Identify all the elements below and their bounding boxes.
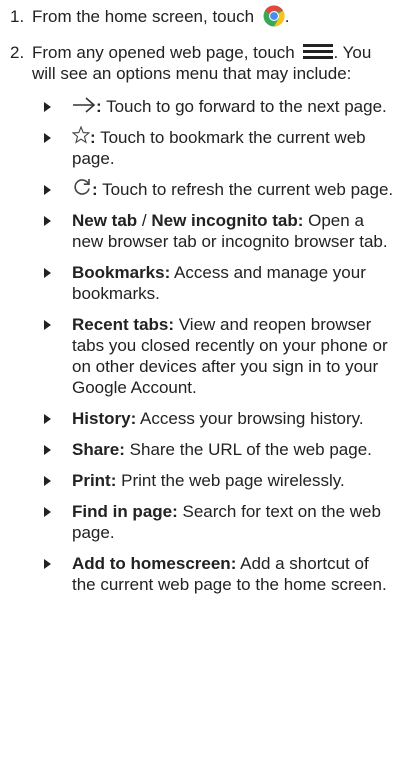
option-label: Add to homescreen: xyxy=(72,554,237,574)
bullet-icon xyxy=(44,476,51,487)
bullet-icon xyxy=(44,216,51,227)
list-item: : Touch to refresh the current web page. xyxy=(0,179,411,201)
option-label: Recent tabs: xyxy=(72,315,175,335)
list-item: New tab / New incognito tab: Open a new … xyxy=(0,210,411,252)
option-desc: Touch to bookmark the current web page. xyxy=(72,127,366,168)
step-text-end: . xyxy=(284,7,290,26)
bullet-icon xyxy=(44,268,51,279)
list-item: Find in page: Search for text on the web… xyxy=(0,501,411,543)
list-item: Print: Print the web page wirelessly. xyxy=(0,470,411,491)
star-icon xyxy=(71,125,91,144)
bullet-icon xyxy=(44,184,51,195)
option-desc: Share the URL of the web page. xyxy=(124,440,372,460)
options-list: : Touch to go forward to the next page. … xyxy=(0,96,411,596)
option-label: New incognito tab: xyxy=(151,211,304,231)
step-number: 1. xyxy=(10,7,25,26)
instructions-document: 1. From the home screen, touch . 2. From… xyxy=(0,0,411,605)
bullet-icon xyxy=(44,507,51,518)
menu-icon xyxy=(303,43,334,60)
bullet-icon xyxy=(44,414,51,425)
option-separator: / xyxy=(137,211,152,231)
list-item: : Touch to bookmark the current web page… xyxy=(0,125,411,169)
step-text: From any opened web page, touch xyxy=(32,42,295,62)
step-number: 2. xyxy=(10,42,25,62)
option-label: Find in page: xyxy=(72,502,178,522)
bullet-icon xyxy=(44,101,51,112)
option-label: History: xyxy=(72,409,137,429)
option-label: New tab xyxy=(72,211,138,231)
list-item: Add to homescreen: Add a shortcut of the… xyxy=(0,553,411,595)
list-item: Bookmarks: Access and manage your bookma… xyxy=(0,262,411,304)
bullet-icon xyxy=(44,559,51,570)
list-item: : Touch to go forward to the next page. xyxy=(0,96,411,117)
chrome-icon xyxy=(263,5,285,27)
option-label: Bookmarks: xyxy=(72,263,171,283)
forward-arrow-icon xyxy=(72,96,96,114)
option-desc: Access your browsing history. xyxy=(136,409,364,429)
list-item: History: Access your browsing history. xyxy=(0,408,411,429)
bullet-icon xyxy=(44,132,51,143)
option-label: Share: xyxy=(72,440,125,460)
option-desc: Touch to go forward to the next page. xyxy=(101,96,387,116)
step-1: 1. From the home screen, touch . xyxy=(0,5,411,29)
bullet-icon xyxy=(44,445,51,456)
refresh-icon xyxy=(72,177,92,197)
step-2: 2. From any opened web page, touch . You… xyxy=(0,42,411,84)
bullet-icon xyxy=(44,320,51,331)
list-item: Share: Share the URL of the web page. xyxy=(0,439,411,460)
step-text: From the home screen, touch xyxy=(32,7,255,26)
option-label: Print: xyxy=(72,471,117,491)
option-desc: Print the web page wirelessly. xyxy=(116,471,345,491)
list-item: Recent tabs: View and reopen browser tab… xyxy=(0,314,411,398)
option-desc: Touch to refresh the current web page. xyxy=(97,179,394,199)
